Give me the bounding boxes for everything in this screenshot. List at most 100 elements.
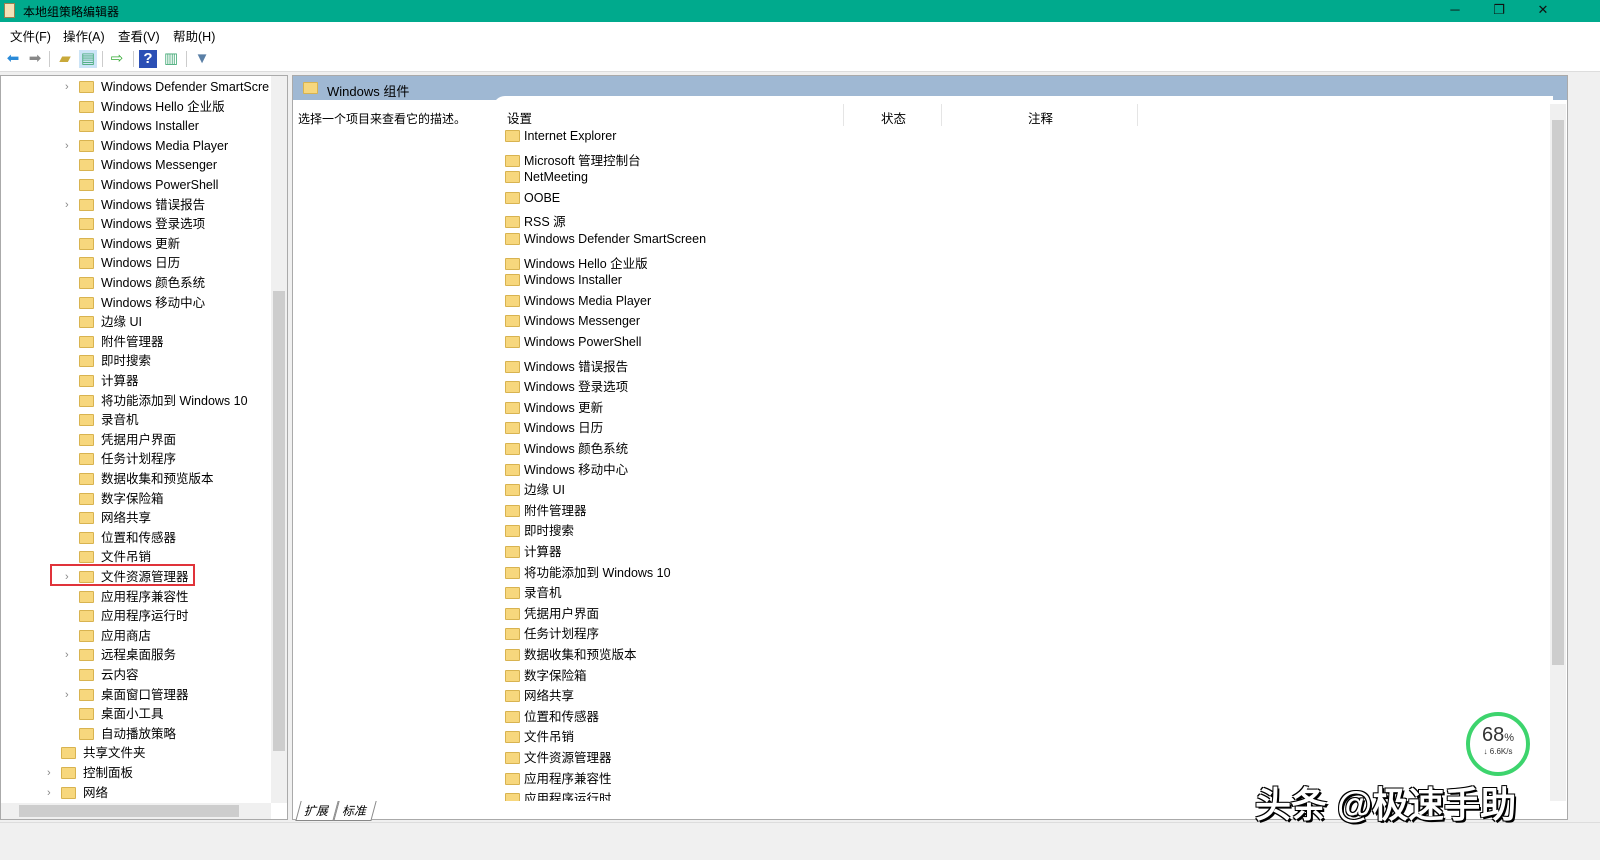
expand-chevron-icon[interactable]: › [65, 646, 69, 665]
minimize-button[interactable]: ─ [1432, 0, 1478, 22]
menu-file[interactable]: 文件(F) [10, 26, 51, 45]
show-hide-tree-icon[interactable]: ▤ [79, 50, 97, 68]
list-item[interactable]: RSS 源 [505, 211, 566, 230]
column-setting[interactable]: 设置 [507, 108, 532, 127]
column-comment[interactable]: 注释 [1028, 108, 1053, 127]
tree-item[interactable]: 数据收集和预览版本 [79, 470, 214, 489]
expand-chevron-icon[interactable]: › [47, 764, 51, 783]
list-item[interactable]: Windows Messenger [505, 314, 640, 328]
tree-item[interactable]: 云内容 [79, 666, 139, 685]
tree-item[interactable]: › 控制面板 [47, 764, 133, 783]
list-item[interactable]: 凭据用户界面 [505, 603, 599, 622]
list-item[interactable]: 边缘 UI [505, 479, 565, 498]
list-item[interactable]: 网络共享 [505, 685, 574, 704]
tree-item[interactable]: Windows Hello 企业版 [79, 98, 225, 117]
tree-item[interactable]: Windows 日历 [79, 254, 180, 273]
tree-item[interactable]: › 网络 [47, 784, 108, 803]
back-icon[interactable]: ⬅ [4, 50, 22, 68]
tree-horizontal-scrollbar[interactable] [1, 803, 271, 819]
tree-item[interactable]: 自动播放策略 [79, 725, 176, 744]
tree-item[interactable]: 应用商店 [79, 627, 151, 646]
menu-help[interactable]: 帮助(H) [173, 26, 215, 45]
list-item[interactable]: NetMeeting [505, 170, 588, 184]
forward-icon[interactable]: ➡ [26, 50, 44, 68]
menu-action[interactable]: 操作(A) [63, 26, 105, 45]
restore-button[interactable]: ❐ [1476, 0, 1522, 22]
tree-item[interactable]: Windows 更新 [79, 235, 180, 254]
tree-item[interactable]: › 远程桌面服务 [65, 646, 176, 665]
list-item[interactable]: 数字保险箱 [505, 665, 587, 684]
list-item[interactable]: 即时搜索 [505, 520, 574, 539]
list-vertical-scrollbar[interactable] [1550, 104, 1566, 801]
tree-item[interactable]: 应用程序兼容性 [79, 588, 189, 607]
expand-chevron-icon[interactable]: › [65, 196, 69, 215]
tab-standard[interactable]: 标准 [333, 801, 377, 821]
list-item[interactable]: 录音机 [505, 582, 562, 601]
tree-item[interactable]: › 桌面窗口管理器 [65, 686, 189, 705]
list-item[interactable]: 应用程序兼容性 [505, 768, 612, 787]
tree-vertical-scrollbar[interactable] [271, 76, 287, 803]
scroll-thumb[interactable] [1552, 120, 1564, 665]
column-state[interactable]: 状态 [881, 108, 906, 127]
properties-icon[interactable]: ▥ [162, 50, 180, 68]
list-item[interactable]: Windows Installer [505, 273, 622, 287]
close-button[interactable]: ✕ [1520, 0, 1566, 22]
tree-item[interactable]: 桌面小工具 [79, 705, 164, 724]
filter-icon[interactable]: ▼ [193, 50, 211, 68]
expand-chevron-icon[interactable]: › [47, 784, 51, 803]
tree-item[interactable]: 边缘 UI [79, 313, 142, 332]
list-item[interactable]: Microsoft 管理控制台 [505, 150, 641, 169]
tree-item[interactable]: Windows PowerShell [79, 176, 218, 195]
tab-extended[interactable]: 扩展 [295, 801, 339, 821]
tree-item[interactable]: 凭据用户界面 [79, 431, 176, 450]
tree-item[interactable]: › Windows 错误报告 [65, 196, 205, 215]
expand-chevron-icon[interactable]: › [65, 137, 69, 156]
scroll-thumb[interactable] [19, 805, 239, 817]
tree-item[interactable]: Windows Messenger [79, 156, 217, 175]
menu-view[interactable]: 查看(V) [118, 26, 160, 45]
list-item[interactable]: Internet Explorer [505, 129, 616, 143]
tree-item[interactable]: 数字保险箱 [79, 490, 164, 509]
tree-item[interactable]: › Windows Media Player [65, 137, 228, 156]
tree-item[interactable]: 应用程序运行时 [79, 607, 189, 626]
tree-item[interactable]: 共享文件夹 [61, 744, 146, 763]
list-item[interactable]: Windows 颜色系统 [505, 438, 628, 457]
tree-item[interactable]: 附件管理器 [79, 333, 164, 352]
expand-chevron-icon[interactable]: › [65, 78, 69, 97]
list-item[interactable]: 计算器 [505, 541, 562, 560]
scroll-thumb[interactable] [273, 291, 285, 751]
tree-item[interactable]: Windows 移动中心 [79, 294, 205, 313]
list-item[interactable]: Windows Hello 企业版 [505, 253, 648, 272]
tree-item[interactable]: Windows 登录选项 [79, 215, 205, 234]
list-item[interactable]: 数据收集和预览版本 [505, 644, 637, 663]
list-item[interactable]: 位置和传感器 [505, 706, 599, 725]
tree-item[interactable]: 任务计划程序 [79, 450, 176, 469]
list-item[interactable]: Windows 日历 [505, 417, 603, 436]
list-item[interactable]: Windows 登录选项 [505, 376, 628, 395]
tree-item[interactable]: Windows Installer [79, 117, 199, 136]
list-item[interactable]: 应用程序运行时 [505, 788, 612, 801]
list-item[interactable]: Windows 移动中心 [505, 459, 628, 478]
list-item[interactable]: Windows Defender SmartScreen [505, 232, 706, 246]
network-speed-widget[interactable]: 68% ↓ 6.6K/s [1466, 712, 1530, 776]
tree-item[interactable]: 录音机 [79, 411, 139, 430]
tree-item[interactable]: Windows 颜色系统 [79, 274, 205, 293]
tree-item[interactable]: 即时搜索 [79, 352, 151, 371]
list-item[interactable]: 任务计划程序 [505, 623, 599, 642]
list-item[interactable]: 文件资源管理器 [505, 747, 612, 766]
list-item[interactable]: Windows Media Player [505, 294, 651, 308]
list-item[interactable]: Windows 更新 [505, 397, 603, 416]
list-item[interactable]: 附件管理器 [505, 500, 587, 519]
list-item[interactable]: Windows 错误报告 [505, 356, 628, 375]
tree-item[interactable]: › Windows Defender SmartScre [65, 78, 269, 97]
tree-item[interactable]: 计算器 [79, 372, 139, 391]
expand-chevron-icon[interactable]: › [65, 686, 69, 705]
tree-item[interactable]: 将功能添加到 Windows 10 [79, 392, 248, 411]
list-item[interactable]: 文件吊销 [505, 726, 574, 745]
export-list-icon[interactable]: ⇨ [108, 50, 126, 68]
list-item[interactable]: Windows PowerShell [505, 335, 641, 349]
help-icon[interactable]: ? [139, 50, 157, 68]
list-item[interactable]: OOBE [505, 191, 560, 205]
tree-item[interactable]: 网络共享 [79, 509, 151, 528]
tree-item[interactable]: 位置和传感器 [79, 529, 176, 548]
